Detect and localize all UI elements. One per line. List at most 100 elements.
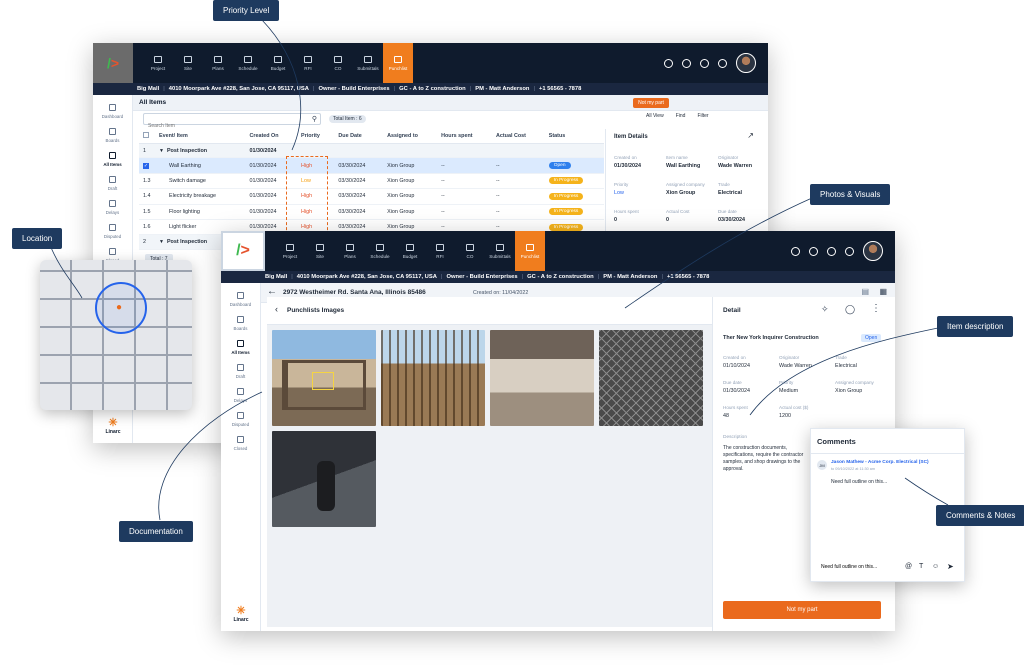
text-format-icon[interactable]: T <box>919 563 923 570</box>
photo-building-frame[interactable] <box>272 330 376 426</box>
nav-schedule[interactable]: Schedule <box>365 231 395 271</box>
column-header[interactable]: Event/ Item <box>155 129 246 144</box>
nav-plans[interactable]: Plans <box>203 43 233 83</box>
sidebar-item-delays[interactable]: Delays <box>221 388 260 403</box>
app-logo[interactable]: / > <box>93 43 133 83</box>
sidebar-item-dashboard[interactable]: Dashboard <box>221 292 260 307</box>
status-badge[interactable]: Open <box>548 162 571 170</box>
nav-co[interactable]: CO <box>323 43 353 83</box>
nav-punchlist[interactable]: Punchlist <box>383 43 413 83</box>
grid-view-icon[interactable]: ▦ <box>879 287 887 296</box>
sidebar-item-disputed[interactable]: Disputed <box>221 412 260 427</box>
filter-button[interactable]: Filter <box>697 113 708 119</box>
column-header[interactable]: Created On <box>245 129 298 144</box>
find-button[interactable]: Find <box>676 113 686 119</box>
nav-rfi[interactable]: RFI <box>293 43 323 83</box>
search-icon[interactable] <box>664 58 673 68</box>
nav-label: Site <box>184 65 192 71</box>
column-header[interactable]: Actual Cost <box>491 129 545 144</box>
chat-icon[interactable] <box>682 58 691 68</box>
sidebar-item-label: Delays <box>233 398 248 403</box>
chevron-left-icon[interactable]: ‹ <box>275 304 278 314</box>
comment-input[interactable] <box>821 564 891 570</box>
emoji-icon[interactable]: ☺ <box>932 563 939 570</box>
column-header[interactable]: Hours spent <box>437 129 492 144</box>
nav-punchlist[interactable]: Punchlist <box>515 231 545 271</box>
nav-submittals[interactable]: Submittals <box>353 43 383 83</box>
status-badge[interactable]: In Progress <box>548 177 584 185</box>
sidebar-item-all-items[interactable]: All Items <box>221 340 260 355</box>
photo-interior-room[interactable] <box>490 330 594 426</box>
table-row[interactable]: ✓ Wall Earthing 01/30/2024 High 03/30/2024 Xi… <box>139 157 604 174</box>
nav-submittals[interactable]: Submittals <box>485 231 515 271</box>
cell-value: -- <box>495 177 500 184</box>
sidebar-item-delays[interactable]: Delays <box>93 200 132 215</box>
chevron-down-icon[interactable]: ▼ <box>159 239 164 245</box>
bell-icon[interactable] <box>718 58 727 68</box>
select-all-checkbox[interactable] <box>139 129 155 144</box>
sidebar-item-label: All Items <box>231 350 250 355</box>
column-header[interactable]: Due Date <box>334 129 384 144</box>
sidebar-item-closed[interactable]: Closed <box>221 436 260 451</box>
sidebar-item-disputed[interactable]: Disputed <box>93 224 132 239</box>
search-box[interactable]: ⚲ <box>143 113 321 131</box>
chat-icon[interactable]: ◯ <box>845 304 855 315</box>
chevron-down-icon[interactable]: ▼ <box>159 148 164 154</box>
status-badge[interactable]: In Progress <box>548 192 584 200</box>
status-badge[interactable]: In Progress <box>548 208 584 216</box>
nav-project[interactable]: Project <box>275 231 305 271</box>
mention-icon[interactable]: @ <box>905 563 912 570</box>
chat-icon[interactable] <box>809 246 818 256</box>
back-arrow-icon[interactable]: ← <box>267 286 277 297</box>
avatar[interactable] <box>736 53 756 73</box>
nav-project[interactable]: Project <box>143 43 173 83</box>
help-icon[interactable] <box>700 58 709 68</box>
nav-budget[interactable]: Budget <box>395 231 425 271</box>
column-header[interactable]: Assigned to <box>383 129 438 144</box>
help-icon[interactable] <box>827 246 836 256</box>
photo-worker-ceiling[interactable] <box>272 431 376 527</box>
nav-site[interactable]: Site <box>305 231 335 271</box>
cell-hours: -- <box>437 173 492 190</box>
photo-rebar-mesh[interactable] <box>599 330 703 426</box>
detail-key: Assigned company <box>666 182 705 187</box>
sidebar-item-dashboard[interactable]: Dashboard <box>93 104 132 119</box>
nav-rfi[interactable]: RFI <box>425 231 455 271</box>
table-row[interactable]: 1.3 Switch damage 01/30/2024 Low 03/30/2024 X… <box>139 173 604 190</box>
nav-budget[interactable]: Budget <box>263 43 293 83</box>
sidebar-item-draft[interactable]: Draft <box>93 176 132 191</box>
search-icon[interactable]: ⚲ <box>312 115 317 123</box>
location-map[interactable]: ● <box>40 260 192 410</box>
app-logo[interactable]: / > <box>221 231 265 271</box>
table-row[interactable]: 1.4 Electricity breakage 01/30/2024 High 03/… <box>139 188 604 205</box>
sidebar-item-boards[interactable]: Boards <box>93 128 132 143</box>
list-view-icon[interactable]: ▤ <box>861 287 869 296</box>
sidebar-item-boards[interactable]: Boards <box>221 316 260 331</box>
check-icon[interactable]: ✓ <box>143 162 149 169</box>
photo-workers-rebar[interactable] <box>381 330 485 426</box>
nav-plans[interactable]: Plans <box>335 231 365 271</box>
open-external-icon[interactable]: ↗ <box>747 131 754 140</box>
cell-cost: -- <box>491 188 545 205</box>
map-pin-icon[interactable]: ● <box>116 302 122 313</box>
status-badge[interactable]: In Progress <box>548 223 584 231</box>
not-my-part-button[interactable]: Not my part <box>633 98 669 108</box>
search-icon[interactable] <box>791 246 800 256</box>
sidebar-item-draft[interactable]: Draft <box>221 364 260 379</box>
column-header[interactable]: Status <box>544 129 604 144</box>
not-my-part-button[interactable]: Not my part <box>723 601 881 619</box>
all-view-button[interactable]: All View <box>646 113 664 119</box>
more-icon[interactable]: ⋮ <box>871 303 881 314</box>
send-icon[interactable]: ➤ <box>947 562 954 571</box>
bell-icon[interactable] <box>845 246 854 256</box>
column-header[interactable]: Priority <box>297 129 335 144</box>
tools-icon[interactable]: ✧ <box>821 304 829 315</box>
sidebar-item-all-items[interactable]: All Items <box>93 152 132 167</box>
avatar[interactable] <box>863 241 883 261</box>
nav-co[interactable]: CO <box>455 231 485 271</box>
group-row[interactable]: 1 ▼ Post Inspection 01/30/2024 <box>139 143 604 159</box>
cell-item: Switch damage <box>155 173 246 190</box>
table-row[interactable]: 1.5 Floor lighting 01/30/2024 High 03/30/202… <box>139 204 604 220</box>
nav-site[interactable]: Site <box>173 43 203 83</box>
nav-schedule[interactable]: Schedule <box>233 43 263 83</box>
